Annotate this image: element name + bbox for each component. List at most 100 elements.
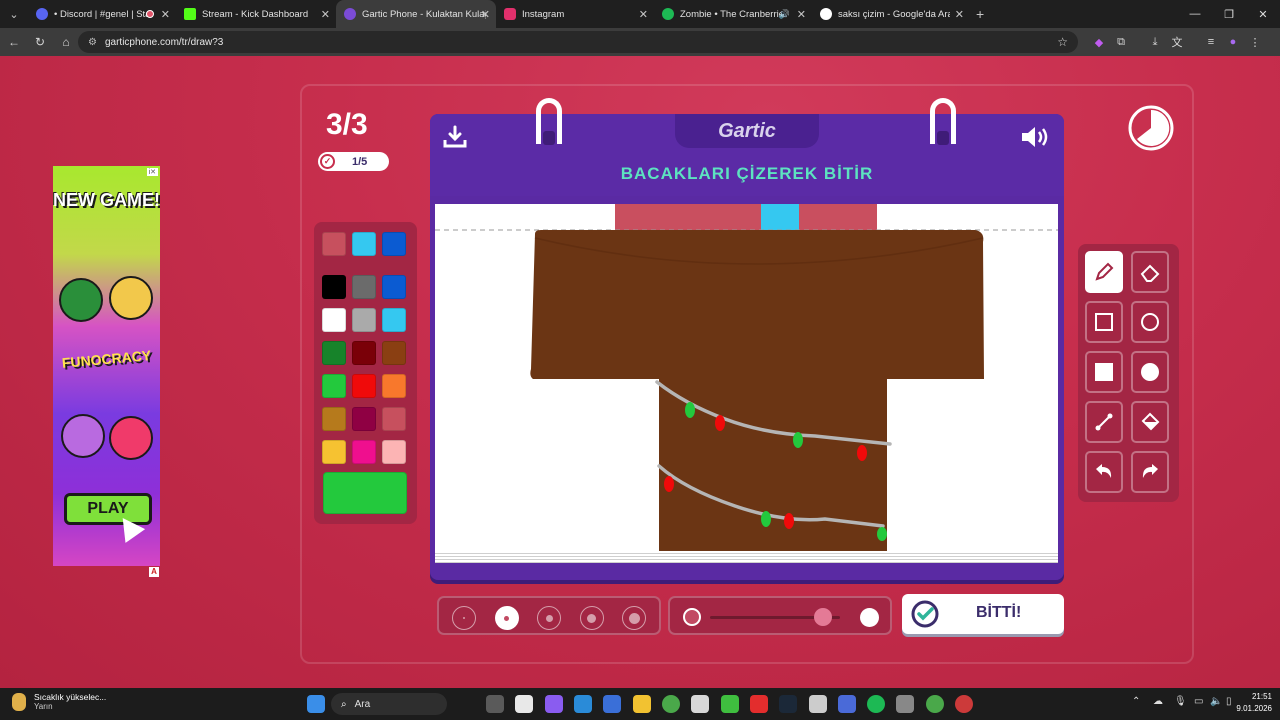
volume-icon[interactable]: 🔈: [1210, 696, 1222, 707]
file-icon[interactable]: [515, 695, 533, 713]
copilot-icon[interactable]: [545, 695, 563, 713]
chrome-profile-icon[interactable]: [926, 695, 944, 713]
circle-filled-tool-button[interactable]: [1131, 351, 1169, 393]
close-tab-icon[interactable]: ✕: [161, 8, 170, 21]
home-icon[interactable]: ⌂: [54, 30, 78, 54]
file-explorer-icon[interactable]: [633, 695, 651, 713]
menu-dots-icon[interactable]: ⋮: [1244, 31, 1266, 53]
color-swatch[interactable]: [352, 374, 376, 398]
reload-icon[interactable]: ↻: [28, 30, 52, 54]
tab-discord[interactable]: • Discord | #genel | Starmy ✕: [28, 0, 176, 28]
rectangle-filled-tool-button[interactable]: [1085, 351, 1123, 393]
tab-kick[interactable]: Stream - Kick Dashboard ✕: [176, 0, 336, 28]
color-swatch[interactable]: [322, 440, 346, 464]
maximize-icon[interactable]: ❐: [1212, 0, 1246, 28]
speaker-icon[interactable]: 🔊: [779, 9, 790, 20]
app-icon[interactable]: [809, 695, 827, 713]
undo-button[interactable]: [1085, 451, 1123, 493]
color-swatch[interactable]: [322, 275, 346, 299]
obs-icon[interactable]: [955, 695, 973, 713]
profile-avatar-icon[interactable]: ●: [1222, 31, 1244, 53]
extension-icon[interactable]: ◆: [1088, 31, 1110, 53]
clock[interactable]: 21:51 9.01.2026: [1236, 691, 1272, 715]
color-swatch[interactable]: [322, 232, 346, 256]
onedrive-icon[interactable]: ☁: [1153, 696, 1163, 707]
brush-size-option[interactable]: [622, 606, 646, 630]
brush-size-option[interactable]: [579, 606, 604, 630]
brush-size-option[interactable]: [452, 606, 476, 630]
color-swatch[interactable]: [382, 232, 406, 256]
app-icon[interactable]: [838, 695, 856, 713]
color-swatch[interactable]: [382, 308, 406, 332]
translate-icon[interactable]: 文: [1166, 31, 1188, 53]
adchoices-icon[interactable]: A: [149, 567, 159, 577]
puzzle-icon[interactable]: ⧉: [1110, 31, 1132, 53]
store-icon[interactable]: [603, 695, 621, 713]
minimize-icon[interactable]: —: [1178, 0, 1212, 28]
microphone-icon[interactable]: 🎙: [1174, 696, 1187, 707]
task-view-icon[interactable]: [486, 695, 504, 713]
circle-outline-tool-button[interactable]: [1131, 301, 1169, 343]
edge-icon[interactable]: [574, 695, 592, 713]
taskbar-search[interactable]: ⌕ Ara: [331, 693, 447, 715]
color-swatch[interactable]: [352, 407, 376, 431]
eraser-tool-button[interactable]: [1131, 251, 1169, 293]
bookmark-star-icon[interactable]: ☆: [1057, 35, 1068, 49]
address-bar[interactable]: ⚙ garticphone.com/tr/draw?3 ☆: [78, 31, 1078, 53]
brush-size-option[interactable]: [537, 606, 561, 630]
close-tab-icon[interactable]: ✕: [955, 8, 964, 21]
fill-bucket-tool-button[interactable]: [1131, 401, 1169, 443]
download-drawing-icon[interactable]: [442, 124, 468, 150]
color-swatch[interactable]: [322, 308, 346, 332]
color-swatch[interactable]: [322, 407, 346, 431]
tab-spotify[interactable]: Zombie • The Cranberries 🔊 ✕: [654, 0, 812, 28]
chrome-icon[interactable]: [662, 695, 680, 713]
done-button[interactable]: BİTTİ!: [902, 594, 1064, 634]
close-window-icon[interactable]: ✕: [1246, 0, 1280, 28]
battery-icon[interactable]: ▯: [1226, 696, 1232, 707]
drawing-canvas[interactable]: [435, 204, 1058, 551]
tray-chevron-icon[interactable]: ⌃: [1132, 696, 1140, 707]
spotify-icon[interactable]: [867, 695, 885, 713]
color-swatch[interactable]: [352, 308, 376, 332]
brush-size-option[interactable]: [494, 606, 519, 630]
media-control-icon[interactable]: ≡: [1200, 31, 1222, 53]
opacity-slider[interactable]: [668, 596, 892, 635]
close-tab-icon[interactable]: ✕: [481, 8, 490, 21]
color-swatch[interactable]: [382, 374, 406, 398]
download-icon[interactable]: ⤓: [1144, 31, 1166, 53]
site-info-icon[interactable]: ⚙: [88, 37, 97, 48]
network-icon[interactable]: ▭: [1194, 696, 1203, 707]
color-swatch[interactable]: [382, 440, 406, 464]
game-icon[interactable]: [721, 695, 739, 713]
close-tab-icon[interactable]: ✕: [797, 8, 806, 21]
youtube-icon[interactable]: [750, 695, 768, 713]
color-swatch[interactable]: [352, 232, 376, 256]
pencil-tool-button[interactable]: [1085, 251, 1123, 293]
weather-widget[interactable]: Sıcaklık yükselec... Yarın: [12, 692, 106, 711]
color-swatch[interactable]: [322, 341, 346, 365]
app-icon[interactable]: [896, 695, 914, 713]
start-icon[interactable]: [307, 695, 325, 713]
color-swatch[interactable]: [352, 341, 376, 365]
new-tab-icon[interactable]: +: [976, 6, 984, 22]
color-swatch[interactable]: [352, 440, 376, 464]
tab-gartic-phone[interactable]: Gartic Phone - Kulaktan Kulağa ✕: [336, 0, 496, 28]
redo-button[interactable]: [1131, 451, 1169, 493]
color-swatch[interactable]: [382, 407, 406, 431]
ad-info-icon[interactable]: i✕: [146, 168, 158, 176]
color-swatch[interactable]: [322, 374, 346, 398]
color-swatch[interactable]: [382, 275, 406, 299]
close-tab-icon[interactable]: ✕: [639, 8, 648, 21]
tab-search-chevron-icon[interactable]: ⌄: [0, 0, 28, 28]
tab-google-search[interactable]: saksı çizim - Google'da Ara ✕: [812, 0, 970, 28]
back-icon[interactable]: ←: [2, 30, 26, 54]
sound-icon[interactable]: [1020, 124, 1052, 150]
opacity-thumb[interactable]: [814, 608, 833, 626]
line-tool-button[interactable]: [1085, 401, 1123, 443]
advertisement-banner[interactable]: i✕ NEW GAME! FUNOCRACY PLAY: [53, 166, 160, 566]
color-swatch[interactable]: [382, 341, 406, 365]
close-tab-icon[interactable]: ✕: [321, 8, 330, 21]
color-swatch[interactable]: [352, 275, 376, 299]
rectangle-outline-tool-button[interactable]: [1085, 301, 1123, 343]
